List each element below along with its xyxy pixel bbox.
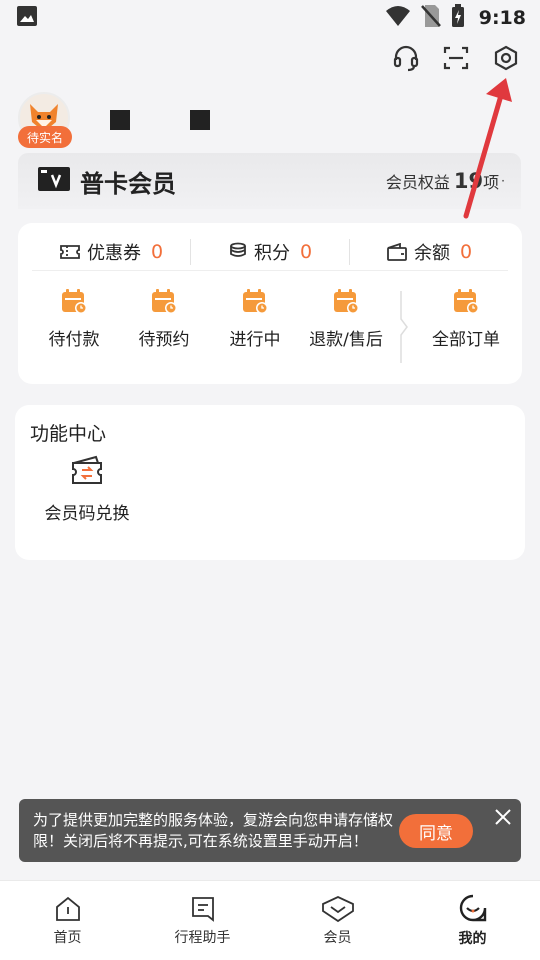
close-icon[interactable] — [485, 799, 521, 835]
member-benefits-link[interactable]: 会员权益 19 项 · — [386, 169, 505, 193]
calendar-clock-icon — [62, 289, 87, 314]
order-refund-aftersales[interactable]: 退款/售后 — [301, 287, 391, 350]
asset-label: 余额 — [413, 242, 450, 264]
bottom-nav: 首页 行程助手 会员 我的 — [0, 880, 540, 960]
exchange-ticket-icon — [72, 455, 102, 484]
nav-home[interactable]: 首页 — [0, 881, 135, 960]
verify-badge[interactable]: 待实名 — [18, 126, 72, 148]
function-center-title: 功能中心 — [30, 423, 107, 445]
nav-label: 会员 — [323, 929, 352, 946]
agree-button[interactable]: 同意 — [399, 814, 473, 848]
benefits-unit: 项 — [483, 173, 500, 192]
top-toolbar — [392, 44, 520, 72]
itinerary-icon — [191, 896, 214, 922]
divider-chevron — [400, 291, 408, 363]
assets-card: 优惠券 0 积分 0 余额 0 待付款 待预约 进行中 退款/售后 全部订单 — [18, 223, 522, 384]
nav-itinerary[interactable]: 行程助手 — [135, 881, 270, 960]
member-icon — [321, 895, 354, 922]
calendar-clock-icon — [243, 289, 268, 314]
battery-charging-icon — [451, 4, 465, 32]
wallet-icon — [387, 242, 407, 261]
order-label: 待付款 — [48, 330, 100, 350]
me-icon — [459, 894, 486, 921]
order-label: 进行中 — [229, 330, 281, 350]
order-label: 待预约 — [138, 330, 190, 350]
coins-icon — [230, 242, 246, 257]
asset-points[interactable]: 积分 0 — [190, 238, 349, 265]
asset-label: 优惠券 — [86, 242, 141, 264]
asset-coupons[interactable]: 优惠券 0 — [32, 239, 190, 265]
status-bar: 9:18 — [0, 0, 540, 36]
redacted-name-block — [110, 110, 130, 130]
asset-value: 0 — [459, 240, 473, 263]
assets-row: 优惠券 0 积分 0 余额 0 — [32, 233, 508, 271]
member-code-exchange[interactable]: 会员码兑换 — [41, 455, 133, 524]
wifi-icon — [385, 5, 411, 31]
nav-me[interactable]: 我的 — [405, 881, 540, 960]
benefits-count: 19 — [453, 169, 484, 193]
chevron-right-icon: · — [501, 174, 505, 188]
calendar-clock-icon — [454, 289, 479, 314]
order-all[interactable]: 全部订单 — [421, 287, 511, 350]
member-title: 普卡会员 — [80, 169, 176, 198]
toast-text: 为了提供更加完整的服务体验，复游会向您申请存储权限！关闭后将不再提示,可在系统设… — [33, 810, 394, 850]
customer-service-icon[interactable] — [392, 44, 420, 72]
calendar-clock-icon — [334, 289, 359, 314]
avatar[interactable]: 待实名 — [18, 92, 72, 148]
order-label: 全部订单 — [432, 330, 500, 350]
calendar-clock-icon — [152, 289, 177, 314]
function-center-card: 功能中心 会员码兑换 — [15, 405, 525, 560]
scan-icon[interactable] — [442, 44, 470, 72]
asset-value: 0 — [150, 240, 164, 263]
member-card-icon — [38, 167, 70, 195]
profile: 待实名 — [18, 92, 72, 148]
permission-toast: 为了提供更加完整的服务体验，复游会向您申请存储权限！关闭后将不再提示,可在系统设… — [19, 799, 521, 862]
gallery-icon — [16, 5, 38, 31]
settings-icon[interactable] — [492, 44, 520, 72]
home-icon — [55, 896, 80, 921]
nav-label: 行程助手 — [174, 929, 231, 946]
benefits-label: 会员权益 — [385, 173, 450, 192]
member-card[interactable]: 普卡会员 会员权益 19 项 · — [18, 153, 521, 209]
order-pending-booking[interactable]: 待预约 — [119, 287, 209, 350]
order-in-progress[interactable]: 进行中 — [210, 287, 300, 350]
orders-row: 待付款 待预约 进行中 退款/售后 全部订单 — [18, 287, 522, 367]
asset-balance[interactable]: 余额 0 — [349, 238, 508, 265]
ticket-icon — [60, 244, 80, 259]
order-label: 退款/售后 — [309, 330, 383, 350]
nav-label: 我的 — [458, 930, 487, 947]
no-sim-icon — [420, 4, 441, 32]
function-item-label: 会员码兑换 — [44, 504, 130, 524]
status-time: 9:18 — [478, 7, 526, 29]
nav-label: 首页 — [53, 929, 82, 946]
order-pending-payment[interactable]: 待付款 — [29, 287, 119, 350]
redacted-name-block — [190, 110, 210, 130]
asset-value: 0 — [299, 240, 313, 263]
asset-label: 积分 — [253, 242, 290, 264]
nav-member[interactable]: 会员 — [270, 881, 405, 960]
